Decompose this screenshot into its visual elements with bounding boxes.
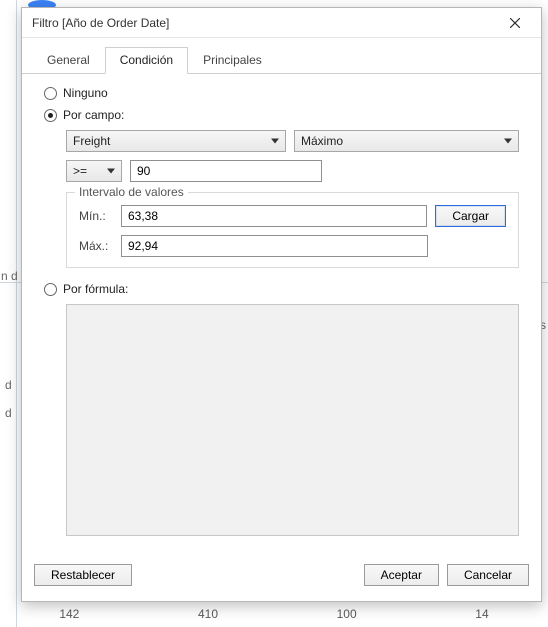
operator-select-value: >= [73,164,87,178]
min-input-field[interactable] [128,209,420,223]
min-label: Mín.: [79,209,113,223]
value-input-field[interactable] [137,164,315,178]
bg-numbers-row: 142 410 100 14 [0,607,548,621]
option-by-field[interactable]: Por campo: [44,108,519,122]
field-select[interactable]: Freight [66,130,286,152]
field-select-value: Freight [73,134,110,148]
tabs: General Condición Principales [22,38,541,74]
bg-text-frag: d [5,378,12,392]
range-fieldset: Intervalo de valores Mín.: Cargar Máx.: [66,192,519,268]
aggregation-select-value: Máximo [301,134,343,148]
filter-dialog: Filtro [Año de Order Date] General Condi… [21,7,542,602]
bg-text-frag: n d [1,269,18,283]
radio-icon [44,109,57,122]
ok-button[interactable]: Aceptar [364,564,439,586]
tab-general[interactable]: General [32,47,105,74]
dialog-body: Ninguno Por campo: Freight Máximo >= [22,74,541,559]
max-input-field[interactable] [128,239,421,253]
close-button[interactable] [497,11,533,35]
chevron-down-icon [504,139,512,144]
reset-button[interactable]: Restablecer [34,564,132,586]
min-input[interactable] [121,205,427,227]
dialog-footer: Restablecer Aceptar Cancelar [22,559,541,601]
chevron-down-icon [271,139,279,144]
cancel-button[interactable]: Cancelar [447,564,529,586]
bg-divider [16,0,17,627]
max-label: Máx.: [79,239,113,253]
option-by-formula-label: Por fórmula: [63,282,128,296]
range-legend: Intervalo de valores [75,185,188,199]
option-none[interactable]: Ninguno [44,86,519,100]
tab-principales[interactable]: Principales [188,47,277,74]
close-icon [510,18,520,28]
value-input[interactable] [130,160,322,182]
load-button[interactable]: Cargar [435,205,506,227]
max-input[interactable] [121,235,428,257]
bg-number: 14 [475,607,488,621]
bg-text-frag: d [5,406,12,420]
radio-icon [44,87,57,100]
option-by-field-label: Por campo: [63,108,124,122]
titlebar: Filtro [Año de Order Date] [22,8,541,38]
bg-number: 100 [337,607,357,621]
option-none-label: Ninguno [63,86,108,100]
bg-number: 410 [198,607,218,621]
bg-number: 142 [59,607,79,621]
radio-icon [44,283,57,296]
chevron-down-icon [107,169,115,174]
operator-select[interactable]: >= [66,160,122,182]
dialog-title: Filtro [Año de Order Date] [32,16,497,30]
tab-condicion[interactable]: Condición [105,47,188,74]
aggregation-select[interactable]: Máximo [294,130,519,152]
formula-textarea[interactable] [66,304,519,536]
option-by-formula[interactable]: Por fórmula: [44,282,519,296]
